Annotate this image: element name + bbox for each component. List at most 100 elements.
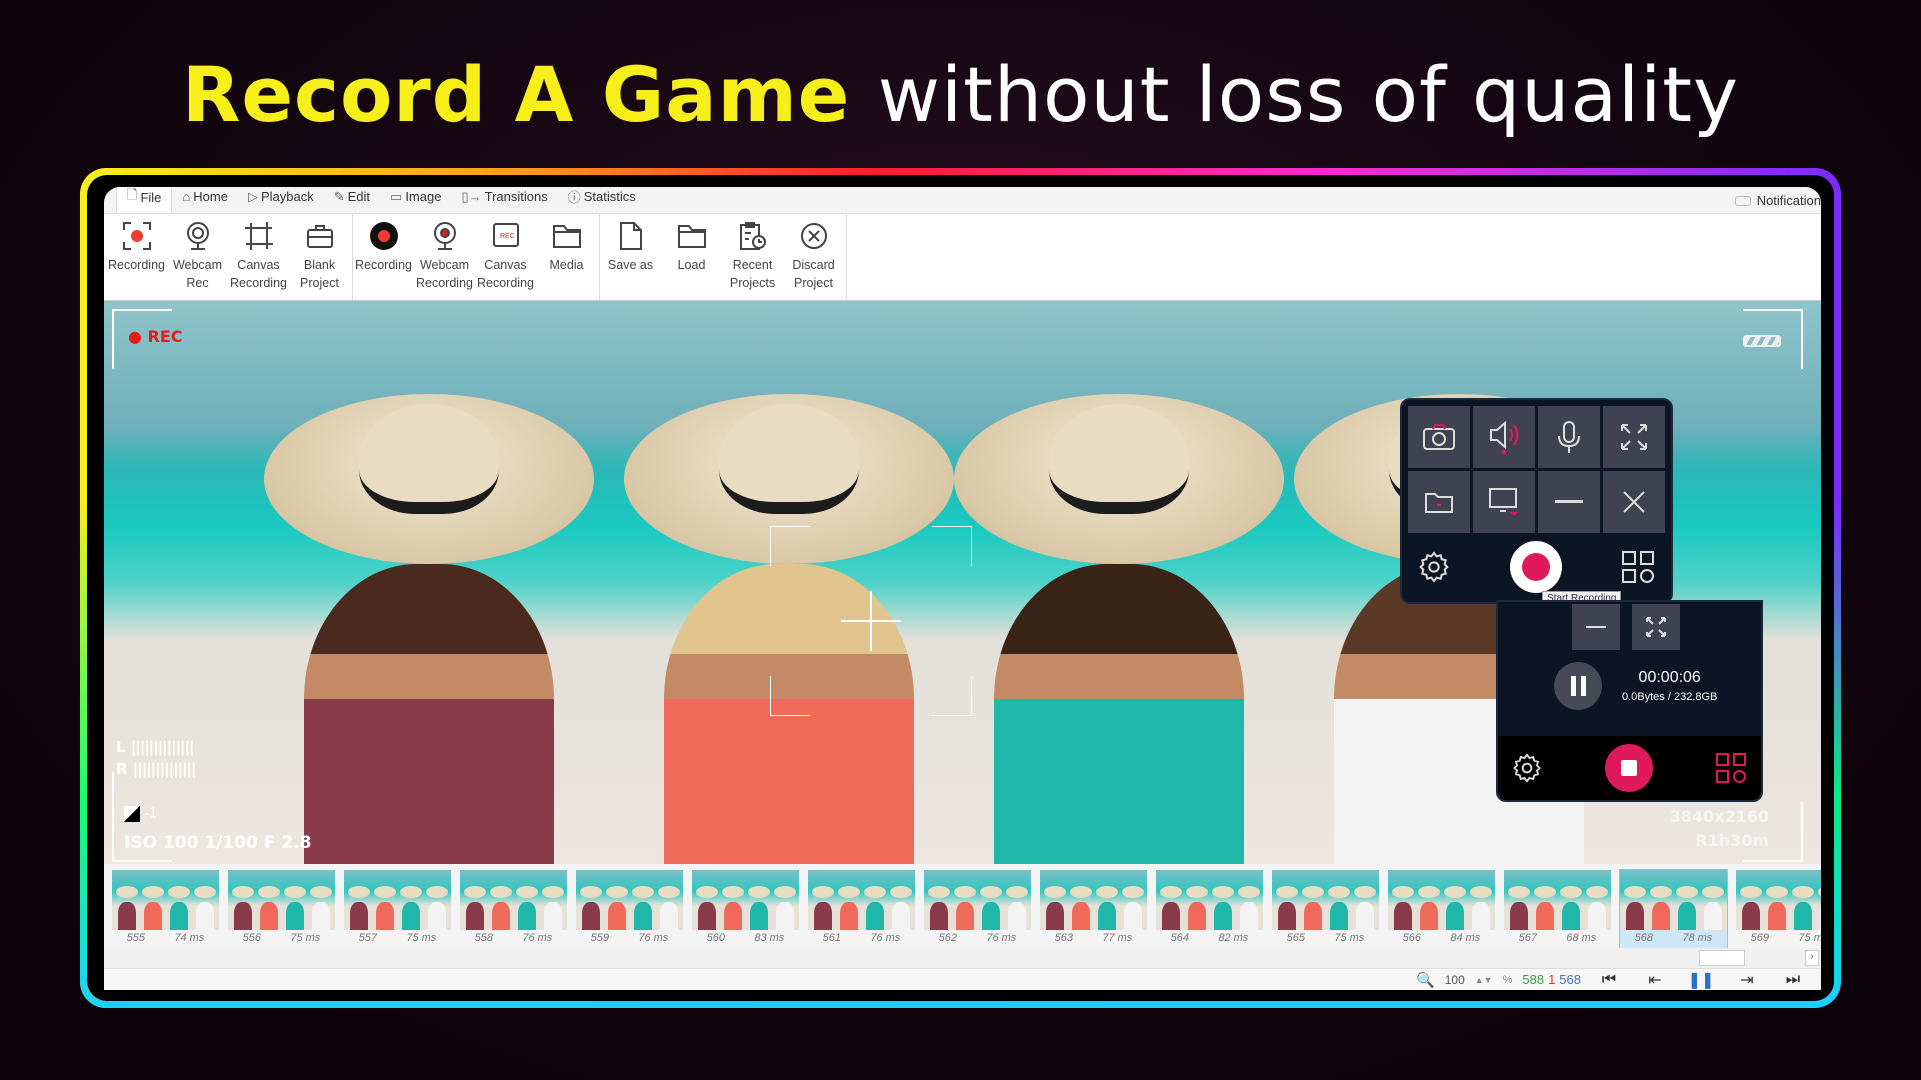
button-label: Webcam Rec: [172, 258, 223, 290]
grid-apps-icon[interactable]: [1621, 550, 1655, 584]
fullscreen-button[interactable]: [1632, 604, 1680, 650]
frame-thumbnail[interactable]: 558 76 ms: [460, 870, 567, 948]
tab-label: Edit: [347, 189, 371, 204]
fullscreen-button[interactable]: [1603, 406, 1665, 468]
previous-frame-button[interactable]: ⇤: [1637, 970, 1673, 990]
close-icon: [1623, 491, 1645, 513]
folder-icon: [677, 220, 707, 252]
button-label: Discard Project: [792, 258, 835, 290]
canvas-recording-button[interactable]: REC Canvas Recording: [475, 214, 536, 300]
remaining-time: R1h30m: [1695, 831, 1769, 850]
exposure-icon: [124, 806, 140, 822]
record-dot-icon: [1521, 553, 1550, 581]
svg-text:REC: REC: [500, 233, 515, 240]
frame-filmstrip: 555 74 ms 556 75 ms 557 75 ms 558 76 ms 559 76 ms…: [104, 864, 1821, 948]
settings-gear-icon[interactable]: [1418, 551, 1450, 583]
tab-edit[interactable]: ✎ Edit: [324, 187, 380, 213]
frame-thumbnail[interactable]: 556 75 ms: [228, 870, 335, 948]
minimize-button[interactable]: [1538, 471, 1600, 533]
frame-thumbnail[interactable]: 564 82 ms: [1156, 870, 1263, 948]
grid-apps-icon[interactable]: [1715, 752, 1747, 784]
start-recording-button[interactable]: [1509, 541, 1562, 593]
recording-button[interactable]: Recording: [353, 214, 414, 300]
screenshot-button[interactable]: [1408, 406, 1470, 468]
crosshair-icon: [770, 526, 972, 716]
scrollbar-thumb[interactable]: [1699, 950, 1745, 966]
zoom-input[interactable]: 100: [1445, 973, 1465, 987]
tab-home[interactable]: ⌂ Home: [172, 187, 238, 213]
close-button[interactable]: [1603, 471, 1665, 533]
frame-number: 560: [706, 932, 726, 944]
microphone-icon: [1558, 421, 1580, 453]
frame-thumbnail[interactable]: 560 83 ms: [692, 870, 799, 948]
blank-project-button[interactable]: Blank Project: [289, 214, 350, 300]
open-folder-button[interactable]: [1408, 471, 1470, 533]
webcam-rec-button[interactable]: Webcam Rec: [167, 214, 228, 300]
frame-number: 561: [822, 932, 842, 944]
frame-thumbnail[interactable]: 555 74 ms: [112, 870, 219, 948]
pause-button[interactable]: ❚❚: [1683, 970, 1719, 990]
home-icon: ⌂: [182, 189, 191, 204]
save-as-button[interactable]: Save as: [600, 214, 661, 300]
canvas-recording-button[interactable]: Canvas Recording: [228, 214, 289, 300]
load-button[interactable]: Load: [661, 214, 722, 300]
frame-delay: 78 ms: [1682, 932, 1713, 944]
tab-label: File: [140, 189, 162, 205]
tab-playback[interactable]: ▷ Playback: [238, 187, 324, 213]
scroll-right-arrow[interactable]: ›: [1805, 950, 1819, 966]
screen-record-icon: [122, 220, 152, 252]
notification-label: Notification: [1756, 193, 1821, 208]
filmstrip-scrollbar[interactable]: ›: [104, 948, 1821, 968]
screen-select-button[interactable]: [1473, 471, 1535, 533]
frame-thumbnail[interactable]: 565 75 ms: [1272, 870, 1379, 948]
first-frame-button[interactable]: ⏮: [1591, 971, 1627, 989]
stop-recording-button[interactable]: [1604, 744, 1653, 792]
headline: Record A Game without loss of quality: [0, 50, 1921, 139]
webcam-recording-button[interactable]: Webcam Recording: [414, 214, 475, 300]
frame-number: 558: [474, 932, 494, 944]
media-button[interactable]: Media: [536, 214, 597, 300]
tab-statistics[interactable]: ⓘ Statistics: [558, 187, 646, 213]
frame-delay: 76 ms: [986, 932, 1017, 944]
tab-transitions[interactable]: ▯→ Transitions: [451, 187, 557, 213]
frame-thumbnail[interactable]: 561 76 ms: [808, 870, 915, 948]
frame-delay: 68 ms: [1566, 932, 1597, 944]
frame-thumbnail[interactable]: 562 76 ms: [924, 870, 1031, 948]
app-window: 🗋 File ⌂ Home ▷ Playback ✎ Edit ▭ Image ▯→ Transiti…: [104, 187, 1821, 990]
tab-label: Image: [405, 189, 442, 204]
last-frame-button[interactable]: ⏭: [1775, 971, 1811, 989]
frame-delay: 83 ms: [754, 932, 785, 944]
frame-delay: 84 ms: [1450, 932, 1481, 944]
frame-thumbnail[interactable]: 566 84 ms: [1388, 870, 1495, 948]
frame-thumbnail[interactable]: 568 78 ms: [1619, 869, 1728, 948]
video-preview: ● REC L |||||||||||||| R |||||||||||||| …: [104, 301, 1821, 864]
recording-button[interactable]: Recording: [106, 214, 167, 300]
frame-number: 569: [1750, 932, 1770, 944]
frame-thumbnail[interactable]: 567 68 ms: [1504, 870, 1611, 948]
notification-toggle[interactable]: Notification: [1734, 193, 1821, 208]
tab-file[interactable]: 🗋 File: [116, 187, 173, 213]
webcam-icon: [185, 220, 211, 252]
menu-tabs: 🗋 File ⌂ Home ▷ Playback ✎ Edit ▭ Image ▯→ Transiti…: [104, 187, 1821, 214]
settings-gear-icon[interactable]: [1512, 753, 1542, 783]
frame-delay: 76 ms: [870, 932, 901, 944]
ribbon-group: Recording Webcam Rec Canvas Recording Blank…: [106, 214, 353, 300]
speaker-button[interactable]: [1473, 406, 1535, 468]
frame-thumbnail[interactable]: 557 75 ms: [344, 870, 451, 948]
frame-number: 568: [1634, 932, 1654, 944]
person: [264, 394, 594, 864]
discard-project-button[interactable]: Discard Project: [783, 214, 844, 300]
tab-image[interactable]: ▭ Image: [380, 187, 451, 213]
button-label: Webcam Recording: [416, 258, 473, 290]
recent-projects-button[interactable]: Recent Projects: [722, 214, 783, 300]
frame-thumbnail[interactable]: 559 76 ms: [576, 870, 683, 948]
person: [954, 394, 1284, 864]
minimize-button[interactable]: [1572, 604, 1620, 650]
frame-thumbnail[interactable]: 563 77 ms: [1040, 870, 1147, 948]
button-label: Recording: [355, 258, 412, 272]
frame-thumbnail[interactable]: 569 75 ms: [1736, 870, 1821, 948]
microphone-button[interactable]: [1538, 406, 1600, 468]
next-frame-button[interactable]: ⇥: [1729, 970, 1765, 990]
zoom-stepper[interactable]: ▲▼: [1475, 975, 1493, 985]
pause-button[interactable]: [1554, 662, 1602, 710]
